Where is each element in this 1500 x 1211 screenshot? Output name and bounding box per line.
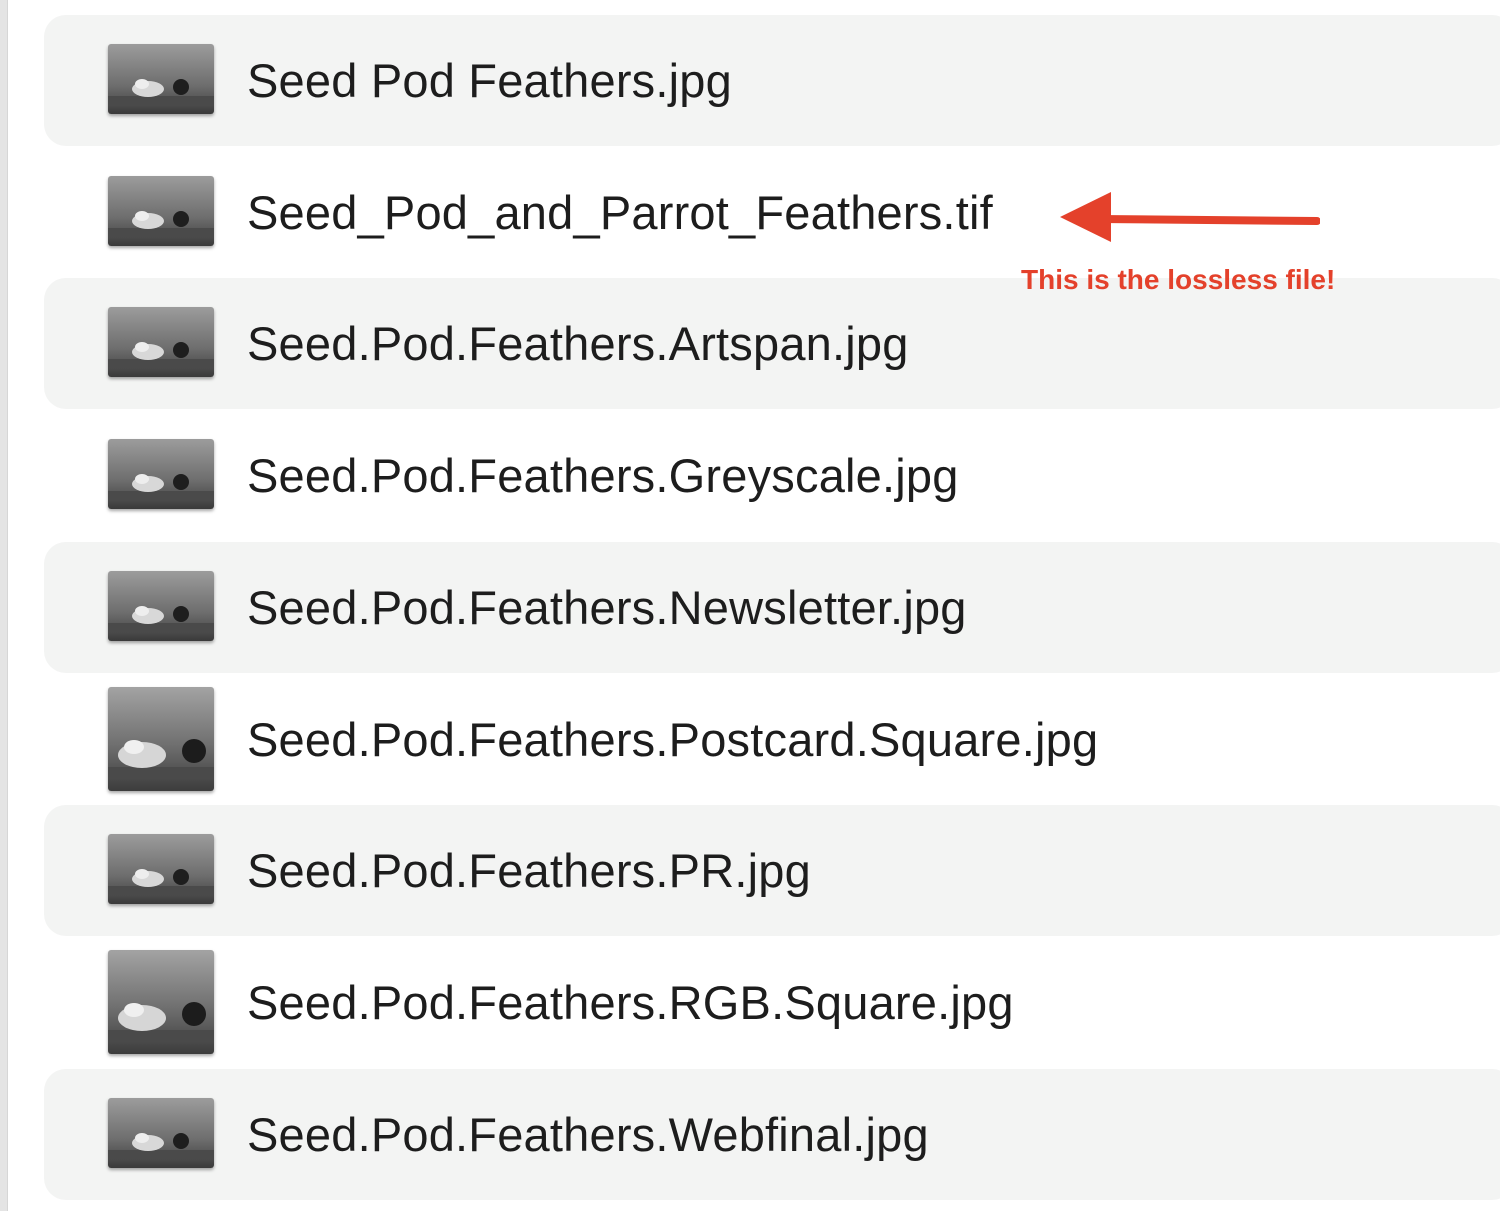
file-name: Seed.Pod.Feathers.Newsletter.jpg — [247, 581, 967, 634]
file-name: Seed.Pod.Feathers.Postcard.Square.jpg — [247, 713, 1099, 766]
image-thumbnail-icon — [108, 176, 214, 246]
file-row[interactable]: Seed.Pod.Feathers.RGB.Square.jpg — [44, 937, 1500, 1068]
image-thumbnail-icon — [108, 439, 214, 509]
file-row[interactable]: Seed.Pod.Feathers.PR.jpg — [44, 805, 1500, 936]
image-thumbnail-icon — [108, 834, 214, 904]
file-list: Seed Pod Feathers.jpg Seed_Pod_and_Parro… — [0, 0, 1500, 1211]
file-row[interactable]: Seed.Pod.Feathers.Postcard.Square.jpg — [44, 674, 1500, 805]
file-row[interactable]: Seed.Pod.Feathers.Greyscale.jpg — [44, 410, 1500, 541]
left-arrow-icon — [1060, 192, 1320, 242]
file-name: Seed.Pod.Feathers.PR.jpg — [247, 844, 811, 897]
file-row[interactable]: Seed.Pod.Feathers.Newsletter.jpg — [44, 542, 1500, 673]
image-thumbnail-icon — [108, 44, 214, 114]
image-thumbnail-icon — [108, 307, 214, 377]
file-name: Seed.Pod.Feathers.Webfinal.jpg — [247, 1108, 929, 1161]
file-row[interactable]: Seed.Pod.Feathers.Artspan.jpg — [44, 278, 1500, 409]
file-row[interactable]: Seed Pod Feathers.jpg — [44, 15, 1500, 146]
annotation-label: This is the lossless file! — [1021, 264, 1336, 295]
image-thumbnail-icon — [108, 1098, 214, 1168]
image-thumbnail-icon — [108, 950, 214, 1054]
file-name: Seed.Pod.Feathers.Artspan.jpg — [247, 317, 909, 370]
file-row[interactable]: Seed.Pod.Feathers.Webfinal.jpg — [44, 1069, 1500, 1200]
file-name: Seed_Pod_and_Parrot_Feathers.tif — [247, 186, 993, 239]
file-name: Seed.Pod.Feathers.Greyscale.jpg — [247, 449, 959, 502]
image-thumbnail-icon — [108, 687, 214, 791]
file-name: Seed Pod Feathers.jpg — [247, 54, 732, 107]
file-name: Seed.Pod.Feathers.RGB.Square.jpg — [247, 976, 1014, 1029]
image-thumbnail-icon — [108, 571, 214, 641]
